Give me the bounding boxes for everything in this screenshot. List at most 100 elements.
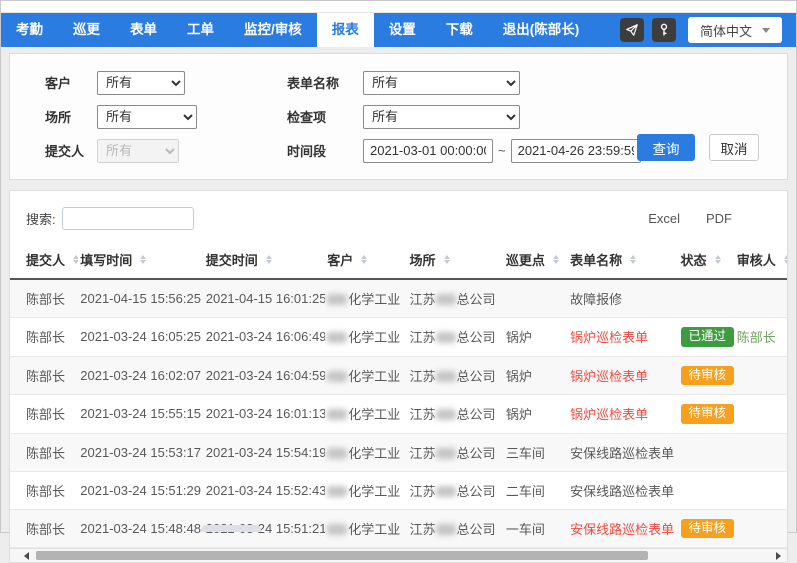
column-label: 状态 — [681, 253, 707, 268]
check-item-filter-select[interactable]: 所有 — [363, 105, 520, 129]
pagination-partial[interactable] — [201, 525, 261, 532]
column-header-2[interactable]: 提交时间 — [204, 242, 325, 279]
column-label: 场所 — [410, 253, 436, 268]
form-name-text: 安保线路巡检表单 — [570, 522, 674, 537]
table-row[interactable]: 陈部长2021-03-24 16:05:252021-03-24 16:06:4… — [10, 318, 787, 357]
nav-item-monitor-review[interactable]: 监控/审核 — [229, 13, 317, 47]
query-button[interactable]: 查询 — [637, 134, 695, 161]
column-header-6[interactable]: 表单名称 — [568, 242, 678, 279]
cell-submit-time: 2021-03-24 15:54:19 — [204, 433, 325, 471]
redacted-text — [436, 409, 456, 420]
chevron-down-icon — [762, 28, 770, 33]
scroll-right-arrow-icon[interactable] — [776, 552, 781, 560]
redacted-text — [436, 524, 456, 535]
column-header-1[interactable]: 填写时间 — [78, 242, 203, 279]
column-header-7[interactable]: 状态 — [679, 242, 735, 279]
cell-patrol-point: 二车间 — [504, 471, 568, 509]
customer-filter-label: 客户 — [45, 73, 97, 92]
export-pdf-link[interactable]: PDF — [706, 211, 732, 226]
status-badge: 待审核 — [681, 366, 735, 386]
cell-location: 江苏总公司 — [408, 395, 504, 434]
scroll-left-arrow-icon[interactable] — [24, 552, 29, 560]
sort-arrows-icon[interactable] — [361, 255, 367, 265]
redacted-text — [327, 332, 347, 343]
sort-arrows-icon[interactable] — [73, 255, 78, 265]
cell-reviewer: 陈部长 — [735, 318, 787, 357]
nav-item-settings[interactable]: 设置 — [374, 13, 431, 47]
nav-item-patrol[interactable]: 巡更 — [58, 13, 115, 47]
customer-filter-select[interactable]: 所有 — [97, 71, 185, 95]
table-body: 陈部长2021-04-15 15:56:252021-04-15 16:01:2… — [10, 279, 787, 548]
cell-submit-time: 2021-03-24 16:01:13 — [204, 395, 325, 434]
time-to-input[interactable] — [511, 139, 641, 163]
sort-arrows-icon[interactable] — [715, 255, 721, 265]
table-row[interactable]: 陈部长2021-03-24 15:51:292021-03-24 15:52:4… — [10, 471, 787, 509]
place-filter-select[interactable]: 所有 — [97, 105, 197, 129]
column-header-0[interactable]: 提交人 — [10, 242, 78, 279]
nav-item-forms[interactable]: 表单 — [115, 13, 172, 47]
cell-customer: 化学工业 — [325, 509, 407, 548]
cell-reviewer — [735, 471, 787, 509]
column-label: 表单名称 — [570, 253, 622, 268]
search-input[interactable] — [62, 207, 194, 230]
sort-arrows-icon[interactable] — [784, 255, 787, 265]
language-selector[interactable]: 简体中文 — [688, 17, 782, 43]
cell-form-name: 安保线路巡检表单 — [568, 433, 678, 471]
sort-arrows-icon[interactable] — [140, 255, 146, 265]
cell-form-name: 故障报修 — [568, 279, 678, 318]
form-name-filter-select[interactable]: 所有 — [363, 71, 520, 95]
cell-submit-time: 2021-03-24 16:04:59 — [204, 356, 325, 395]
horizontal-scrollbar[interactable] — [10, 548, 787, 562]
filter-actions: 查询 取消 — [637, 134, 759, 161]
cell-customer: 化学工业 — [325, 433, 407, 471]
cell-patrol-point — [504, 279, 568, 318]
column-header-3[interactable]: 客户 — [325, 242, 407, 279]
sort-arrows-icon[interactable] — [444, 255, 450, 265]
form-name-text: 锅炉巡检表单 — [570, 369, 648, 384]
navbar: 考勤巡更表单工单监控/审核报表设置下载退出(陈部长) 简体中文 — [1, 13, 796, 47]
nav-item-attendance[interactable]: 考勤 — [1, 13, 58, 47]
nav-item-download[interactable]: 下载 — [431, 13, 488, 47]
status-badge: 待审核 — [681, 519, 735, 539]
sort-arrows-icon[interactable] — [266, 255, 272, 265]
search-label: 搜索: — [26, 209, 56, 228]
time-from-input[interactable] — [363, 139, 493, 163]
redacted-text — [327, 486, 347, 497]
cell-patrol-point: 三车间 — [504, 433, 568, 471]
table-row[interactable]: 陈部长2021-03-24 16:02:072021-03-24 16:04:5… — [10, 356, 787, 395]
table-row[interactable]: 陈部长2021-03-24 15:53:172021-03-24 15:54:1… — [10, 433, 787, 471]
cell-submitter: 陈部长 — [10, 356, 78, 395]
scrollbar-thumb[interactable] — [36, 551, 648, 560]
cell-fill-time: 2021-03-24 15:55:15 — [78, 395, 203, 434]
export-excel-link[interactable]: Excel — [648, 211, 680, 226]
table-row[interactable]: 陈部长2021-03-24 15:55:152021-03-24 16:01:1… — [10, 395, 787, 434]
cell-fill-time: 2021-03-24 15:53:17 — [78, 433, 203, 471]
password-key-button[interactable] — [652, 18, 676, 42]
nav-item-logout[interactable]: 退出(陈部长) — [488, 13, 595, 47]
column-label: 巡更点 — [506, 253, 545, 268]
cell-submitter: 陈部长 — [10, 279, 78, 318]
cell-submitter: 陈部长 — [10, 395, 78, 434]
column-header-4[interactable]: 场所 — [408, 242, 504, 279]
column-header-8[interactable]: 审核人 — [735, 242, 787, 279]
cell-form-name: 安保线路巡检表单 — [568, 509, 678, 548]
column-label: 审核人 — [737, 253, 776, 268]
sort-arrows-icon[interactable] — [630, 255, 636, 265]
table-row[interactable]: 陈部长2021-04-15 15:56:252021-04-15 16:01:2… — [10, 279, 787, 318]
sort-arrows-icon[interactable] — [553, 255, 559, 265]
table-row[interactable]: 陈部长2021-03-24 15:48:482021-03-24 15:51:2… — [10, 509, 787, 548]
redacted-text — [436, 486, 456, 497]
cell-submitter: 陈部长 — [10, 318, 78, 357]
cancel-button[interactable]: 取消 — [709, 134, 759, 161]
cell-customer: 化学工业 — [325, 318, 407, 357]
form-name-text: 锅炉巡检表单 — [570, 407, 648, 422]
cell-reviewer — [735, 356, 787, 395]
submitter-filter-select[interactable]: 所有 — [97, 139, 179, 163]
place-filter-label: 场所 — [45, 107, 97, 126]
column-header-5[interactable]: 巡更点 — [504, 242, 568, 279]
nav-item-work-orders[interactable]: 工单 — [172, 13, 229, 47]
nav-item-reports[interactable]: 报表 — [317, 13, 374, 47]
key-icon — [657, 23, 671, 37]
send-message-button[interactable] — [620, 18, 644, 42]
redacted-text — [327, 448, 347, 459]
